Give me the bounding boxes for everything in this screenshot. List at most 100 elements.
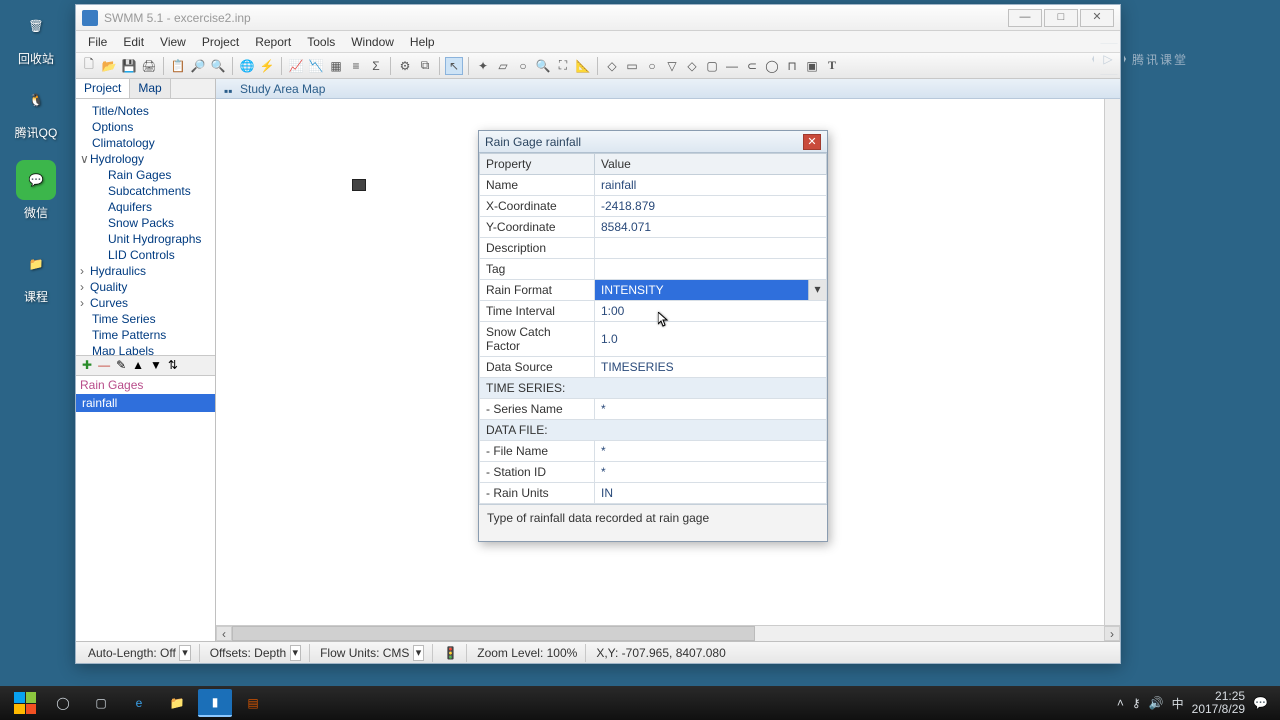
desktop-icon-wechat[interactable]: 💬 微信 (6, 160, 66, 221)
stats-icon[interactable]: ≡ (347, 57, 365, 75)
prop-station-value[interactable]: * (595, 462, 827, 483)
menu-view[interactable]: View (152, 33, 194, 51)
storage-tool-icon[interactable]: ▢ (703, 57, 721, 75)
orifice-tool-icon[interactable]: ◯ (763, 57, 781, 75)
pump-tool-icon[interactable]: ⊂ (743, 57, 761, 75)
tree-climatology[interactable]: Climatology (78, 135, 213, 151)
explorer-icon[interactable]: 📁 (160, 689, 194, 717)
tree-time-patterns[interactable]: Time Patterns (78, 327, 213, 343)
tree-rain-gages[interactable]: Rain Gages (78, 167, 213, 183)
zoomin-icon[interactable]: 🔍 (534, 57, 552, 75)
project-tree[interactable]: Title/Notes Options Climatology ∨Hydrolo… (76, 99, 215, 356)
ie-icon[interactable]: e (122, 689, 156, 717)
down-icon[interactable]: ▼ (150, 358, 162, 372)
prop-desc-value[interactable] (595, 238, 827, 259)
tab-project[interactable]: Project (76, 79, 130, 98)
dropdown-icon[interactable]: ▾ (179, 645, 191, 661)
taskbar[interactable]: ◯ ▢ e 📁 ▮ ▤ ˄ ⚷ 🔊 中 21:25 2017/8/29 💬 (0, 686, 1280, 720)
swmm-taskbar-icon[interactable]: ▮ (198, 689, 232, 717)
tree-quality[interactable]: ›Quality (78, 279, 213, 295)
network-icon[interactable]: ⚷ (1132, 696, 1141, 710)
map-title-bar[interactable]: ▪▪ Study Area Map (216, 79, 1120, 99)
menu-report[interactable]: Report (247, 33, 299, 51)
prop-tag-value[interactable] (595, 259, 827, 280)
property-grid[interactable]: PropertyValue Namerainfall X-Coordinate-… (479, 153, 827, 504)
tray-up-icon[interactable]: ˄ (1117, 696, 1124, 710)
edit-icon[interactable]: ✎ (116, 358, 126, 372)
tree-map-labels[interactable]: Map Labels (78, 343, 213, 356)
rain-gage-node[interactable] (352, 179, 366, 191)
prop-series-value[interactable]: * (595, 399, 827, 420)
notifications-icon[interactable]: 💬 (1253, 696, 1268, 710)
tree-title-notes[interactable]: Title/Notes (78, 103, 213, 119)
up-icon[interactable]: ▲ (132, 358, 144, 372)
prop-x-value[interactable]: -2418.879 (595, 196, 827, 217)
collapse-icon[interactable]: ∨ (80, 152, 90, 166)
profile-icon[interactable]: 📈 (287, 57, 305, 75)
titlebar[interactable]: SWMM 5.1 - excercise2.inp — □ ✕ (76, 5, 1120, 31)
save-icon[interactable]: 💾 (120, 57, 138, 75)
dialog-close-button[interactable]: ✕ (803, 134, 821, 150)
weir-tool-icon[interactable]: ⊓ (783, 57, 801, 75)
open-icon[interactable]: 📂 (100, 57, 118, 75)
graph-icon[interactable]: 📉 (307, 57, 325, 75)
extent-icon[interactable]: ⛶ (554, 57, 572, 75)
status-flow-units[interactable]: Flow Units: CMS ▾ (312, 644, 433, 662)
minimize-button[interactable]: — (1008, 9, 1042, 27)
conduit-tool-icon[interactable]: — (723, 57, 741, 75)
status-offsets[interactable]: Offsets: Depth ▾ (202, 644, 310, 662)
tab-map[interactable]: Map (130, 79, 170, 98)
menu-edit[interactable]: Edit (115, 33, 152, 51)
table-icon[interactable]: ▦ (327, 57, 345, 75)
sort-icon[interactable]: ⇅ (168, 358, 178, 372)
dropdown-icon[interactable]: ▾ (808, 280, 826, 300)
rain-gage-dialog[interactable]: Rain Gage rainfall ✕ PropertyValue Namer… (478, 130, 828, 542)
expand-icon[interactable]: › (80, 280, 90, 294)
add-icon[interactable]: ✚ (82, 358, 92, 372)
menu-file[interactable]: File (80, 33, 115, 51)
prop-rainformat-value[interactable]: INTENSITY▾ (595, 280, 827, 301)
close-button[interactable]: ✕ (1080, 9, 1114, 27)
tree-subcatchments[interactable]: Subcatchments (78, 183, 213, 199)
raingage-tool-icon[interactable]: ◇ (603, 57, 621, 75)
clock[interactable]: 21:25 2017/8/29 (1192, 690, 1245, 716)
label-tool-icon[interactable]: T (823, 57, 841, 75)
tree-time-series[interactable]: Time Series (78, 311, 213, 327)
tree-unit-hydrographs[interactable]: Unit Hydrographs (78, 231, 213, 247)
new-icon[interactable]: 🗋 (80, 57, 98, 75)
find-icon[interactable]: 🔎 (189, 57, 207, 75)
tree-hydrology[interactable]: ∨Hydrology (78, 151, 213, 167)
outfall-tool-icon[interactable]: ▽ (663, 57, 681, 75)
delete-icon[interactable]: — (98, 358, 110, 372)
desktop-icon-folder[interactable]: 📁 课程 (6, 244, 66, 305)
prop-y-value[interactable]: 8584.071 (595, 217, 827, 238)
system-tray[interactable]: ˄ ⚷ 🔊 中 21:25 2017/8/29 💬 (1117, 690, 1274, 716)
pan-icon[interactable]: ○ (514, 57, 532, 75)
ime-icon[interactable]: 中 (1172, 695, 1184, 712)
region-icon[interactable]: ▱ (494, 57, 512, 75)
junction-tool-icon[interactable]: ○ (643, 57, 661, 75)
taskview-icon[interactable]: ▢ (84, 689, 118, 717)
menu-tools[interactable]: Tools (299, 33, 343, 51)
expand-icon[interactable]: › (80, 296, 90, 310)
dropdown-icon[interactable]: ▾ (413, 645, 425, 661)
tree-lid-controls[interactable]: LID Controls (78, 247, 213, 263)
menu-help[interactable]: Help (402, 33, 443, 51)
tree-aquifers[interactable]: Aquifers (78, 199, 213, 215)
tree-curves[interactable]: ›Curves (78, 295, 213, 311)
select-tool-icon[interactable]: ↖ (445, 57, 463, 75)
sum-icon[interactable]: Σ (367, 57, 385, 75)
scroll-thumb[interactable] (232, 626, 755, 641)
copy-icon[interactable]: 📋 (169, 57, 187, 75)
status-auto-length[interactable]: Auto-Length: Off ▾ (80, 644, 200, 662)
ppt-icon[interactable]: ▤ (236, 689, 270, 717)
object-item-rainfall[interactable]: rainfall (76, 394, 215, 412)
object-list[interactable]: rainfall (76, 394, 215, 642)
volume-icon[interactable]: 🔊 (1149, 696, 1164, 710)
tree-snow-packs[interactable]: Snow Packs (78, 215, 213, 231)
tree-hydraulics[interactable]: ›Hydraulics (78, 263, 213, 279)
start-button[interactable] (8, 689, 42, 717)
desktop-icon-recycle[interactable]: 🗑 回收站 (6, 6, 66, 67)
expand-icon[interactable]: › (80, 264, 90, 278)
prop-snow-value[interactable]: 1.0 (595, 322, 827, 357)
